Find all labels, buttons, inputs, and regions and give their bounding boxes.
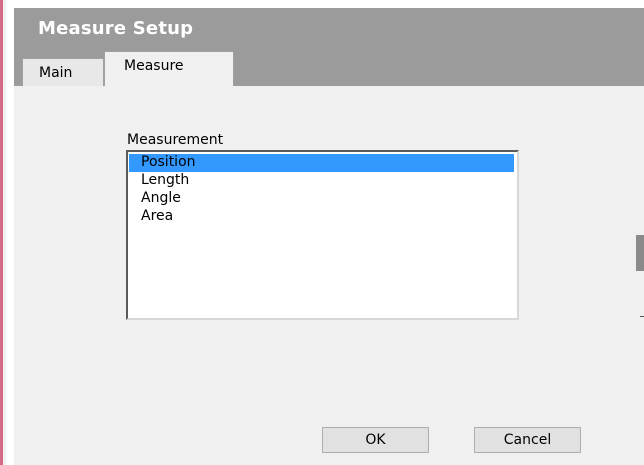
measurement-listbox[interactable]: Position Length Angle Area <box>126 150 519 320</box>
tab-strip: Main Measure <box>14 48 644 87</box>
window-edge-highlight <box>3 0 6 465</box>
measure-setup-dialog: Measure Setup Main Measure Measurement P… <box>14 8 644 465</box>
background-scrollbar-thumb <box>636 235 644 271</box>
background-divider <box>640 316 644 317</box>
list-item-area[interactable]: Area <box>129 208 514 226</box>
list-item-angle[interactable]: Angle <box>129 190 514 208</box>
list-item-length[interactable]: Length <box>129 172 514 190</box>
cancel-button[interactable]: Cancel <box>474 427 581 453</box>
ok-button[interactable]: OK <box>322 427 429 453</box>
list-item-position[interactable]: Position <box>129 154 514 172</box>
dialog-title: Measure Setup <box>38 18 194 39</box>
title-bar[interactable]: Measure Setup <box>14 8 644 48</box>
tab-main[interactable]: Main <box>22 58 104 86</box>
measurement-label: Measurement <box>127 132 224 148</box>
tab-measure[interactable]: Measure <box>104 51 234 87</box>
tab-content-measure: Measurement Position Length Angle Area O… <box>14 86 644 465</box>
